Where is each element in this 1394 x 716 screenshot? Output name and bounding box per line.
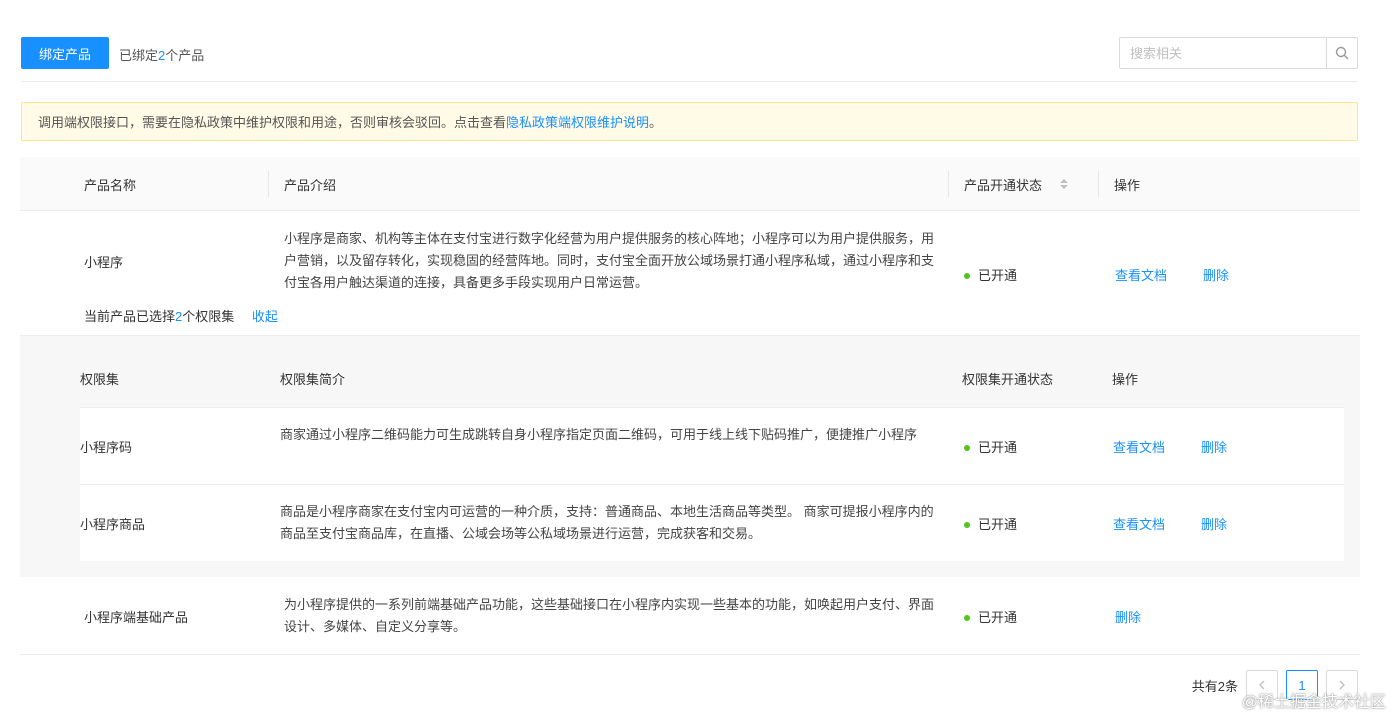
selected-prefix: 当前产品已选择 [84, 309, 176, 324]
status-label: 已开通 [978, 517, 1018, 532]
product-status: 已开通 [964, 607, 1017, 626]
permission-status: 已开通 [964, 514, 1017, 533]
header-product-status[interactable]: 产品开通状态 [964, 157, 1069, 211]
delete-link[interactable]: 删除 [1203, 265, 1229, 284]
bound-count-text: 已绑定2个产品 [119, 45, 204, 64]
header-product-intro: 产品介绍 [284, 177, 337, 193]
status-label: 已开通 [978, 610, 1018, 625]
search-button[interactable] [1326, 38, 1357, 68]
status-dot-icon [964, 614, 970, 621]
search-box [1119, 37, 1358, 69]
privacy-policy-link[interactable]: 隐私政策端权限维护说明 [506, 112, 649, 131]
alert-text: 调用端权限接口，需要在隐私政策中维护权限和用途，否则审核会驳回。点击查看 [38, 115, 507, 130]
toolbar: 绑定产品 已绑定2个产品 [21, 37, 1358, 69]
view-docs-link[interactable]: 查看文档 [1115, 265, 1167, 284]
search-input[interactable] [1120, 38, 1326, 68]
permission-name: 小程序商品 [80, 517, 146, 532]
toolbar-divider [21, 81, 1358, 82]
header-product-status-label: 产品开通状态 [964, 177, 1043, 193]
view-docs-link[interactable]: 查看文档 [1113, 437, 1165, 456]
selected-suffix: 个权限集 [182, 309, 235, 324]
table-row: 小程序 小程序是商家、机构等主体在支付宝进行数字化经营为用户提供服务的核心阵地；… [20, 212, 1360, 335]
view-docs-link[interactable]: 查看文档 [1113, 514, 1165, 533]
header-permission-intro: 权限集简介 [280, 372, 346, 387]
product-name: 小程序 [84, 255, 124, 270]
header-product-name: 产品名称 [84, 177, 137, 193]
header-permission-name: 权限集 [80, 372, 120, 387]
status-label: 已开通 [978, 440, 1018, 455]
permission-sets-panel: 权限集 权限集简介 权限集开通状态 操作 小程序码 商家通过小程序二维码能力可生… [20, 335, 1360, 577]
header-divider [268, 171, 269, 197]
product-intro: 小程序是商家、机构等主体在支付宝进行数字化经营为用户提供服务的核心阵地；小程序可… [284, 231, 935, 290]
total-count: 共有2条 [1191, 678, 1238, 694]
product-intro: 为小程序提供的一系列前端基础产品功能，这些基础接口在小程序内实现一些基本的功能，… [284, 597, 935, 634]
table-row: 小程序端基础产品 为小程序提供的一系列前端基础产品功能，这些基础接口在小程序内实… [20, 578, 1360, 654]
permission-table-body: 小程序码 商家通过小程序二维码能力可生成跳转自身小程序指定页面二维码，可用于线上… [80, 407, 1344, 561]
product-table-header: 产品名称 产品介绍 产品开通状态 操作 [20, 157, 1360, 211]
bind-product-button[interactable]: 绑定产品 [21, 37, 109, 69]
header-action: 操作 [1114, 177, 1141, 193]
table-bottom-border [20, 654, 1360, 655]
privacy-alert: 调用端权限接口，需要在隐私政策中维护权限和用途，否则审核会驳回。点击查看 隐私政策… [21, 102, 1358, 141]
permission-table-header: 权限集 权限集简介 权限集开通状态 操作 [80, 350, 1344, 407]
header-divider [1098, 171, 1099, 197]
bound-prefix: 已绑定 [119, 48, 159, 63]
product-status: 已开通 [964, 265, 1017, 284]
bound-suffix: 个产品 [165, 48, 205, 63]
permission-status: 已开通 [964, 437, 1017, 456]
watermark: @稀土掘金技术社区 [1241, 694, 1386, 711]
alert-end: 。 [649, 115, 663, 130]
status-dot-icon [964, 521, 970, 528]
collapse-link[interactable]: 收起 [252, 309, 278, 324]
delete-link[interactable]: 删除 [1201, 514, 1227, 533]
delete-link[interactable]: 删除 [1115, 607, 1141, 626]
permission-row: 小程序码 商家通过小程序二维码能力可生成跳转自身小程序指定页面二维码，可用于线上… [80, 407, 1344, 484]
header-permission-status: 权限集开通状态 [962, 372, 1054, 387]
delete-link[interactable]: 删除 [1201, 437, 1227, 456]
sort-icon[interactable] [1060, 179, 1069, 189]
status-label: 已开通 [978, 268, 1018, 283]
product-name: 小程序端基础产品 [84, 610, 189, 625]
permission-intro: 商品是小程序商家在支付宝内可运营的一种介质，支持：普通商品、本地生活商品等类型。… [280, 504, 934, 541]
status-dot-icon [964, 444, 970, 451]
permission-name: 小程序码 [80, 440, 133, 455]
selected-permissions-text: 当前产品已选择2个权限集 收起 [84, 306, 278, 325]
search-icon [1335, 46, 1349, 60]
header-divider [948, 171, 949, 197]
status-dot-icon [964, 272, 970, 279]
header-permission-action: 操作 [1112, 372, 1139, 387]
permission-intro: 商家通过小程序二维码能力可生成跳转自身小程序指定页面二维码，可用于线上线下贴码推… [280, 427, 918, 442]
permission-row: 小程序商品 商品是小程序商家在支付宝内可运营的一种介质，支持：普通商品、本地生活… [80, 484, 1344, 561]
